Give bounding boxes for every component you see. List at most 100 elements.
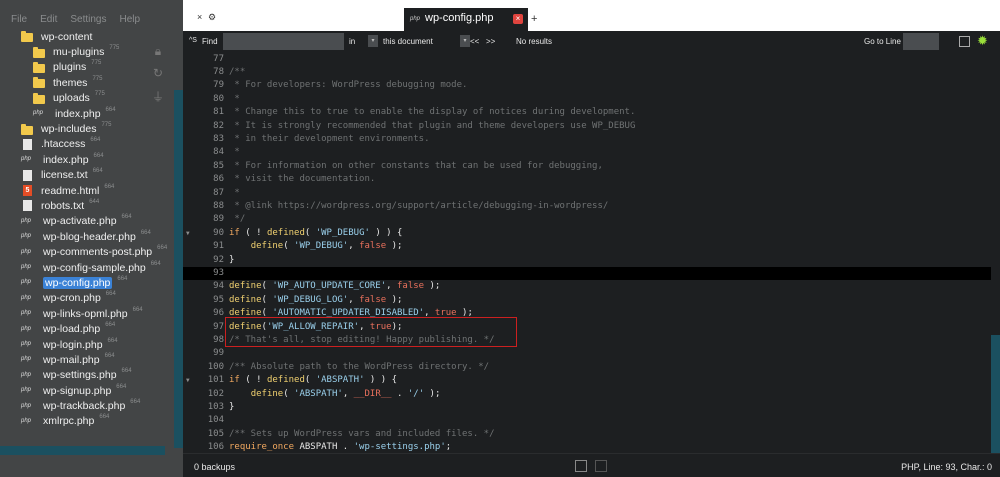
tree-item[interactable]: .htaccess 664 (0, 137, 175, 152)
code-line[interactable]: 102 define( 'ABSPATH', __DIR__ . '/' ); (183, 388, 991, 401)
split-view-icon[interactable] (575, 460, 587, 472)
find-scope[interactable]: this document (383, 37, 433, 46)
code-line[interactable]: 95 define( 'WP_DEBUG_LOG', false ); (183, 294, 991, 307)
find-input[interactable] (223, 33, 344, 50)
code-line[interactable]: ▼ 101 if ( ! defined( 'ABSPATH' ) ) { (183, 374, 991, 387)
find-bar: ^S Find in ▾ this document ▾ << >> No re… (183, 31, 1000, 52)
sidebar-scrollbar[interactable] (174, 90, 183, 448)
new-tab-button[interactable]: + (531, 13, 537, 25)
editor-scrollbar[interactable] (991, 335, 1000, 453)
tree-item[interactable]: php wp-links-opml.php 664 (0, 306, 175, 321)
code-line[interactable]: 87 * (183, 187, 991, 200)
tree-item-label: wp-cron.php (43, 292, 101, 305)
backups-status[interactable]: 0 backups (194, 462, 235, 472)
tree-item[interactable]: php wp-signup.php 664 (0, 383, 175, 398)
tree-item[interactable]: mu-plugins 775 (0, 44, 175, 59)
code-line[interactable]: 106 require_once ABSPATH . 'wp-settings.p… (183, 441, 991, 453)
code-token: ( (261, 294, 273, 305)
tab-settings-icon[interactable]: ⚙ (208, 12, 216, 23)
code-token: ); (424, 281, 441, 292)
code-line[interactable]: 80 * (183, 93, 991, 106)
code-line[interactable]: 91 define( 'WP_DEBUG', false ); (183, 240, 991, 253)
bug-icon[interactable]: ✹ (977, 33, 988, 49)
goto-line-label: Go to Line (864, 37, 901, 46)
line-code: * It is strongly recommended that plugin… (229, 120, 635, 133)
tree-item[interactable]: php wp-comments-post.php 664 (0, 244, 175, 259)
code-token: define (250, 388, 284, 399)
code-line[interactable]: 84 * (183, 146, 991, 159)
tree-item[interactable]: php wp-config.php 664 (0, 275, 175, 290)
code-line[interactable]: 88 * @link https://wordpress.org/support… (183, 200, 991, 213)
tree-item[interactable]: php wp-activate.php 664 (0, 214, 175, 229)
code-line[interactable]: 99 (183, 347, 991, 360)
tab-wp-config[interactable]: php wp-config.php × (404, 8, 528, 31)
tree-item-permissions: 664 (105, 322, 116, 329)
refresh-icon[interactable]: ↻ (151, 66, 165, 88)
line-code: * (229, 146, 239, 159)
line-code: /** Absolute path to the WordPress direc… (229, 361, 489, 374)
code-token: . (391, 388, 408, 399)
tree-item-permissions: 664 (132, 306, 143, 313)
code-line[interactable]: 83 * in their development environments. (183, 133, 991, 146)
columns-icon[interactable] (595, 460, 607, 472)
code-line[interactable]: 104 (183, 414, 991, 427)
line-number: 90 (213, 227, 224, 238)
tree-item[interactable]: wp-includes 775 (0, 121, 175, 136)
tree-item-label: wp-settings.php (43, 369, 117, 382)
tree-item[interactable]: php xmlrpc.php 664 (0, 414, 175, 429)
code-line[interactable]: 105 /** Sets up WordPress vars and includ… (183, 428, 991, 441)
tree-item[interactable]: php wp-login.php 664 (0, 337, 175, 352)
tree-item-label: .htaccess (41, 138, 86, 151)
goto-line-input[interactable] (903, 33, 939, 50)
tree-item-permissions: 775 (91, 60, 102, 67)
tree-item[interactable]: php wp-blog-header.php 664 (0, 229, 175, 244)
folder-icon (33, 46, 45, 58)
tree-item[interactable]: php index.php 664 (0, 152, 175, 167)
tree-item-label: robots.txt (41, 199, 85, 212)
tree-item[interactable]: php wp-load.php 664 (0, 321, 175, 336)
code-line[interactable]: 100 /** Absolute path to the WordPress di… (183, 361, 991, 374)
tree-item[interactable]: wp-content (0, 29, 175, 44)
php-file-icon: php (21, 264, 32, 271)
scope-dropdown-icon-2[interactable]: ▾ (460, 35, 470, 47)
scope-dropdown-icon[interactable]: ▾ (368, 35, 378, 47)
tree-item[interactable]: php wp-config-sample.php 664 (0, 260, 175, 275)
tree-item[interactable]: php wp-cron.php 664 (0, 291, 175, 306)
tree-item[interactable]: php index.php 664 (0, 106, 175, 121)
code-line[interactable]: 79 * For developers: WordPress debugging… (183, 79, 991, 92)
code-line[interactable]: 78 /** (183, 66, 991, 79)
tree-item[interactable]: license.txt 664 (0, 168, 175, 183)
tree-item[interactable]: php wp-mail.php 664 (0, 352, 175, 367)
code-line[interactable]: 82 * It is strongly recommended that plu… (183, 120, 991, 133)
tree-item[interactable]: 5 readme.html 664 (0, 183, 175, 198)
line-number: 80 (213, 93, 224, 104)
code-line[interactable]: 103} (183, 401, 991, 414)
code-line[interactable]: 81 * Change this to true to enable the d… (183, 106, 991, 119)
tab-close-icon[interactable]: × (513, 14, 523, 24)
code-line[interactable]: 86 * visit the documentation. (183, 173, 991, 186)
tree-item[interactable]: php wp-settings.php 664 (0, 368, 175, 383)
tree-item[interactable]: php wp-trackback.php 664 (0, 398, 175, 413)
code-line[interactable]: 77 (183, 53, 991, 66)
code-line[interactable]: 94 define( 'WP_AUTO_UPDATE_CORE', false )… (183, 280, 991, 293)
tree-item[interactable]: robots.txt 644 (0, 198, 175, 213)
tree-item[interactable]: themes 775 (0, 75, 175, 90)
plug-icon[interactable]: ⏚ (151, 88, 165, 110)
find-next-button[interactable]: >> (486, 37, 495, 46)
window-icon[interactable] (959, 36, 970, 47)
find-prev-button[interactable]: << (470, 37, 479, 46)
close-all-icon[interactable]: × (197, 12, 202, 22)
sidebar-horizontal-scrollbar[interactable] (0, 446, 165, 455)
code-line[interactable]: 89 */ (183, 213, 991, 226)
line-number: 96 (213, 308, 224, 319)
lock-icon[interactable]: 🔒︎ (151, 44, 165, 66)
code-line[interactable]: 92} (183, 254, 991, 267)
code-editor[interactable]: 106 require_once ABSPATH . 'wp-settings.p… (183, 52, 1000, 453)
tree-item-label: plugins (53, 61, 87, 74)
tree-item[interactable]: uploads 775 (0, 91, 175, 106)
code-line[interactable]: 85 * For information on other constants … (183, 160, 991, 173)
tree-item[interactable]: plugins 775 (0, 60, 175, 75)
code-line[interactable]: ▼ 90 if ( ! defined( 'WP_DEBUG' ) ) { (183, 227, 991, 240)
code-token: , (348, 294, 360, 305)
code-line[interactable]: 93 (183, 266, 991, 281)
